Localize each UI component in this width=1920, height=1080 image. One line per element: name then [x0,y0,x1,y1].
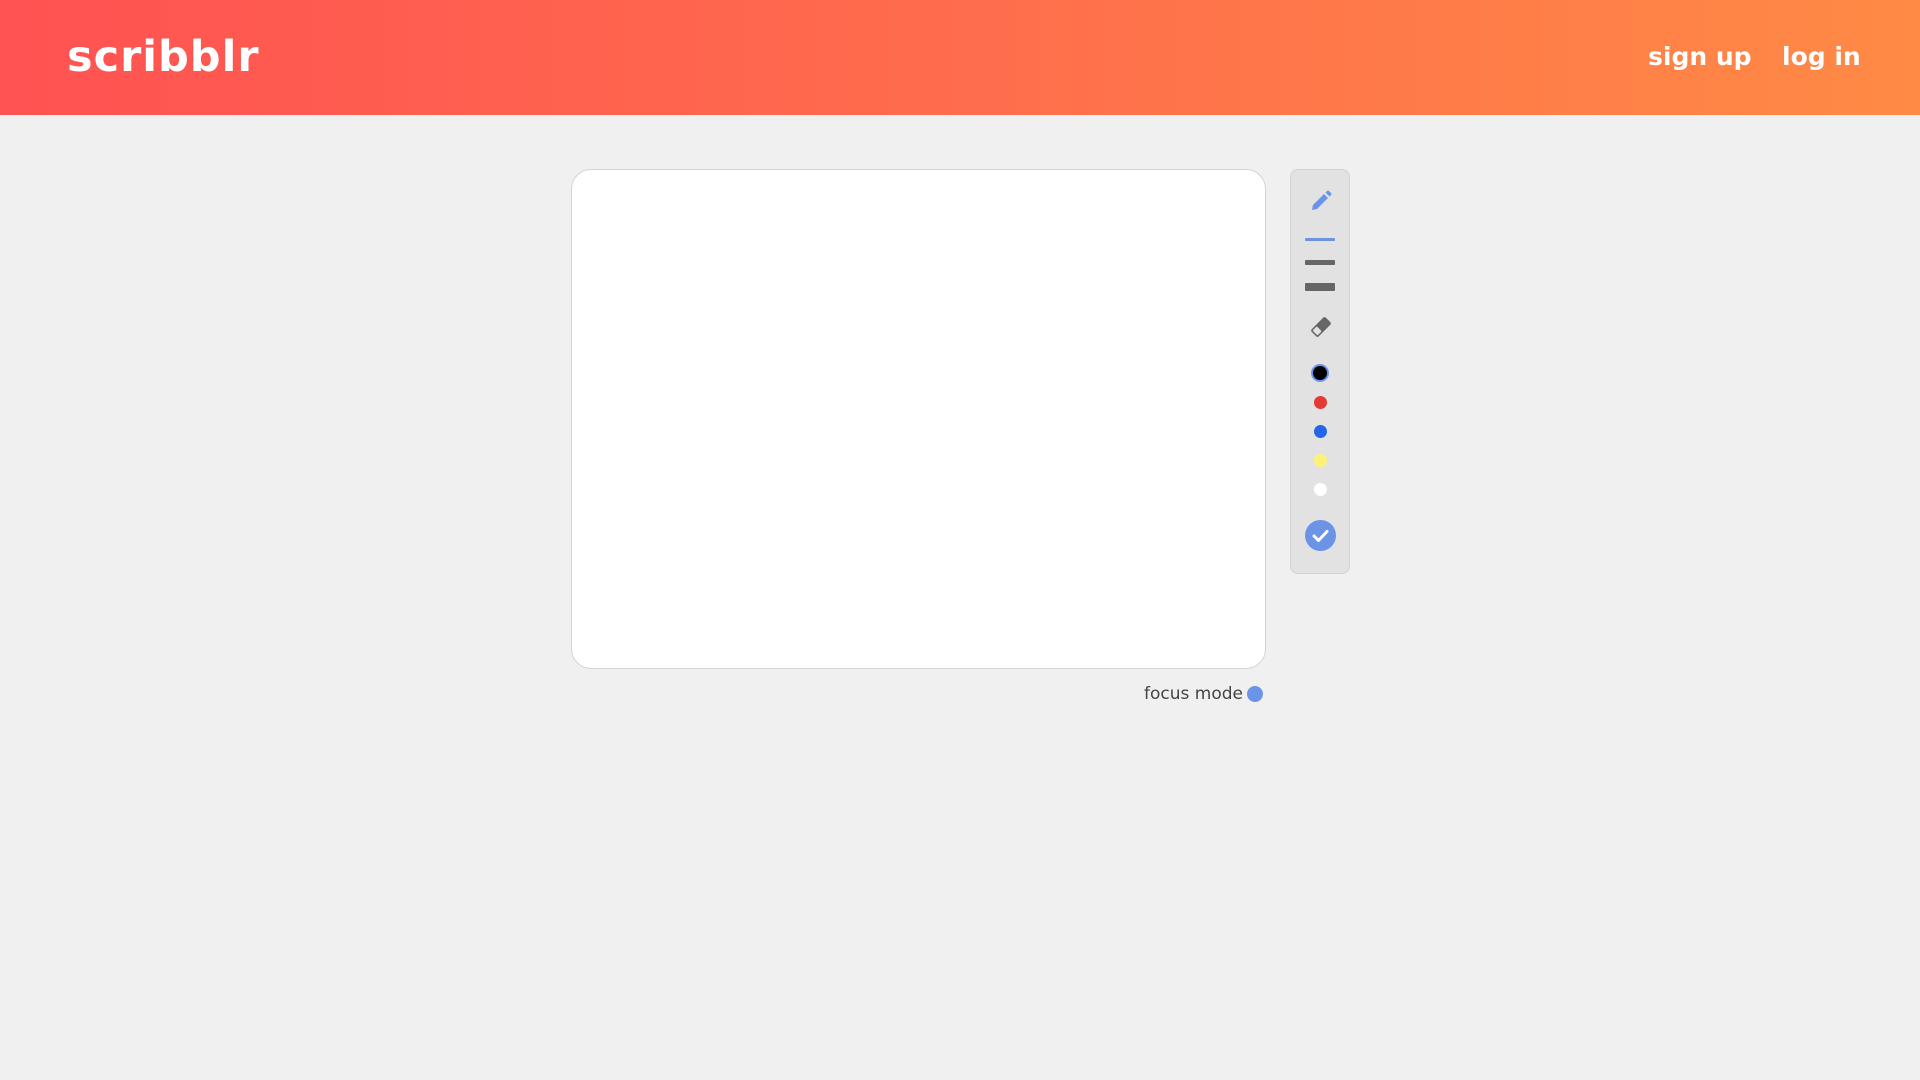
sign-up-link[interactable]: sign up [1648,40,1752,74]
color-swatch-blue[interactable] [1314,425,1327,438]
brush-size-medium[interactable] [1305,260,1335,265]
check-icon[interactable] [1305,520,1336,551]
color-swatch-white[interactable] [1314,483,1327,496]
logo[interactable]: scribblr [67,29,260,85]
focus-mode-toggle[interactable] [1247,686,1263,702]
log-in-link[interactable]: log in [1782,40,1861,74]
color-swatch-yellow[interactable] [1314,454,1327,467]
drawing-toolbar [1290,169,1350,574]
pencil-icon[interactable] [1308,188,1334,214]
color-swatch-black[interactable] [1311,364,1329,382]
header-bar: scribblr sign up log in [0,0,1920,115]
brush-size-thin[interactable] [1305,238,1335,241]
eraser-icon[interactable] [1308,314,1334,340]
color-swatch-red[interactable] [1314,396,1327,409]
focus-mode-label: focus mode [1144,684,1243,704]
drawing-canvas[interactable] [571,169,1266,669]
brush-size-thick[interactable] [1305,283,1335,291]
